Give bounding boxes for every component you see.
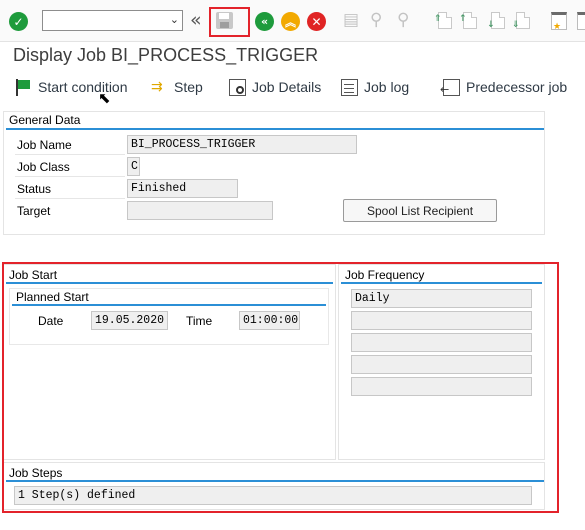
find-next-icon[interactable]: ⚲ bbox=[397, 10, 409, 30]
job-log-icon bbox=[341, 78, 358, 96]
date-field[interactable]: 19.05.2020 bbox=[91, 311, 168, 330]
page-title: Display Job BI_PROCESS_TRIGGER bbox=[13, 45, 319, 65]
job-name-label: Job Name bbox=[17, 138, 72, 152]
cancel-icon[interactable]: ✕ bbox=[307, 12, 326, 31]
job-class-label: Job Class bbox=[17, 160, 70, 174]
job-class-field[interactable]: C bbox=[127, 157, 140, 176]
job-start-title: Job Start bbox=[9, 268, 58, 282]
chevron-down-icon[interactable]: ⌄ bbox=[170, 13, 179, 26]
print-icon[interactable]: ▤ bbox=[343, 10, 359, 30]
job-steps-field[interactable]: 1 Step(s) defined bbox=[14, 486, 532, 505]
job-start-divider bbox=[6, 282, 333, 284]
predecessor-job-icon: ← bbox=[440, 78, 460, 96]
time-label: Time bbox=[186, 314, 213, 328]
general-data-row-divider bbox=[15, 154, 125, 155]
job-details-icon bbox=[229, 78, 246, 96]
target-field[interactable] bbox=[127, 201, 273, 220]
job-steps-divider bbox=[6, 480, 544, 482]
system-toolbar: ✓ ⌄ « « ︽ ✕ ▤ ⚲ ⚲ ⇑ ↑ ↓ ⇓ ★ bbox=[0, 0, 585, 42]
date-label: Date bbox=[38, 314, 64, 328]
general-data-divider bbox=[6, 128, 544, 130]
exit-icon[interactable]: ︽ bbox=[281, 12, 300, 31]
step-label: Step bbox=[174, 79, 203, 95]
frequency-field[interactable] bbox=[351, 377, 532, 396]
job-log-label: Job log bbox=[364, 79, 410, 95]
flag-icon bbox=[15, 78, 32, 96]
predecessor-job-label: Predecessor job bbox=[466, 79, 568, 95]
mouse-cursor-icon: ⬉ bbox=[98, 89, 111, 107]
back-icon[interactable]: « bbox=[255, 12, 274, 31]
find-icon[interactable]: ⚲ bbox=[370, 10, 382, 30]
command-field[interactable]: ⌄ bbox=[42, 10, 183, 31]
job-frequency-title: Job Frequency bbox=[345, 268, 425, 282]
shortcut-icon[interactable] bbox=[577, 12, 585, 30]
predecessor-job-button[interactable]: ← Predecessor job bbox=[440, 76, 568, 98]
step-icon: ⇉ bbox=[151, 78, 163, 95]
status-label: Status bbox=[17, 182, 52, 196]
general-data-title: General Data bbox=[9, 113, 81, 127]
frequency-field[interactable] bbox=[351, 333, 532, 352]
frequency-field[interactable] bbox=[351, 311, 532, 330]
spool-list-recipient-button[interactable]: Spool List Recipient bbox=[343, 199, 497, 222]
command-input[interactable] bbox=[43, 11, 161, 30]
step-button[interactable]: ⇉ Step bbox=[151, 76, 203, 98]
target-label: Target bbox=[17, 204, 51, 218]
job-steps-title: Job Steps bbox=[9, 466, 63, 480]
job-name-field[interactable]: BI_PROCESS_TRIGGER bbox=[127, 135, 357, 154]
general-data-row-divider bbox=[15, 198, 125, 199]
job-log-button[interactable]: Job log bbox=[341, 76, 409, 98]
planned-start-title: Planned Start bbox=[16, 290, 89, 304]
job-details-label: Job Details bbox=[252, 79, 322, 95]
start-condition-label: Start condition bbox=[38, 79, 128, 95]
planned-start-divider bbox=[12, 304, 326, 306]
create-session-icon[interactable]: ★ bbox=[551, 12, 567, 32]
general-data-row-divider bbox=[15, 176, 125, 177]
start-condition-button[interactable]: Start condition bbox=[15, 76, 128, 98]
save-icon[interactable] bbox=[216, 12, 233, 29]
time-field[interactable]: 01:00:00 bbox=[239, 311, 300, 330]
status-field[interactable]: Finished bbox=[127, 179, 238, 198]
frequency-field[interactable] bbox=[351, 355, 532, 374]
double-chevron-left-icon[interactable]: « bbox=[190, 10, 202, 30]
job-details-button[interactable]: Job Details bbox=[229, 76, 321, 98]
check-icon[interactable]: ✓ bbox=[9, 12, 28, 31]
frequency-field[interactable]: Daily bbox=[351, 289, 532, 308]
job-frequency-divider bbox=[341, 282, 542, 284]
